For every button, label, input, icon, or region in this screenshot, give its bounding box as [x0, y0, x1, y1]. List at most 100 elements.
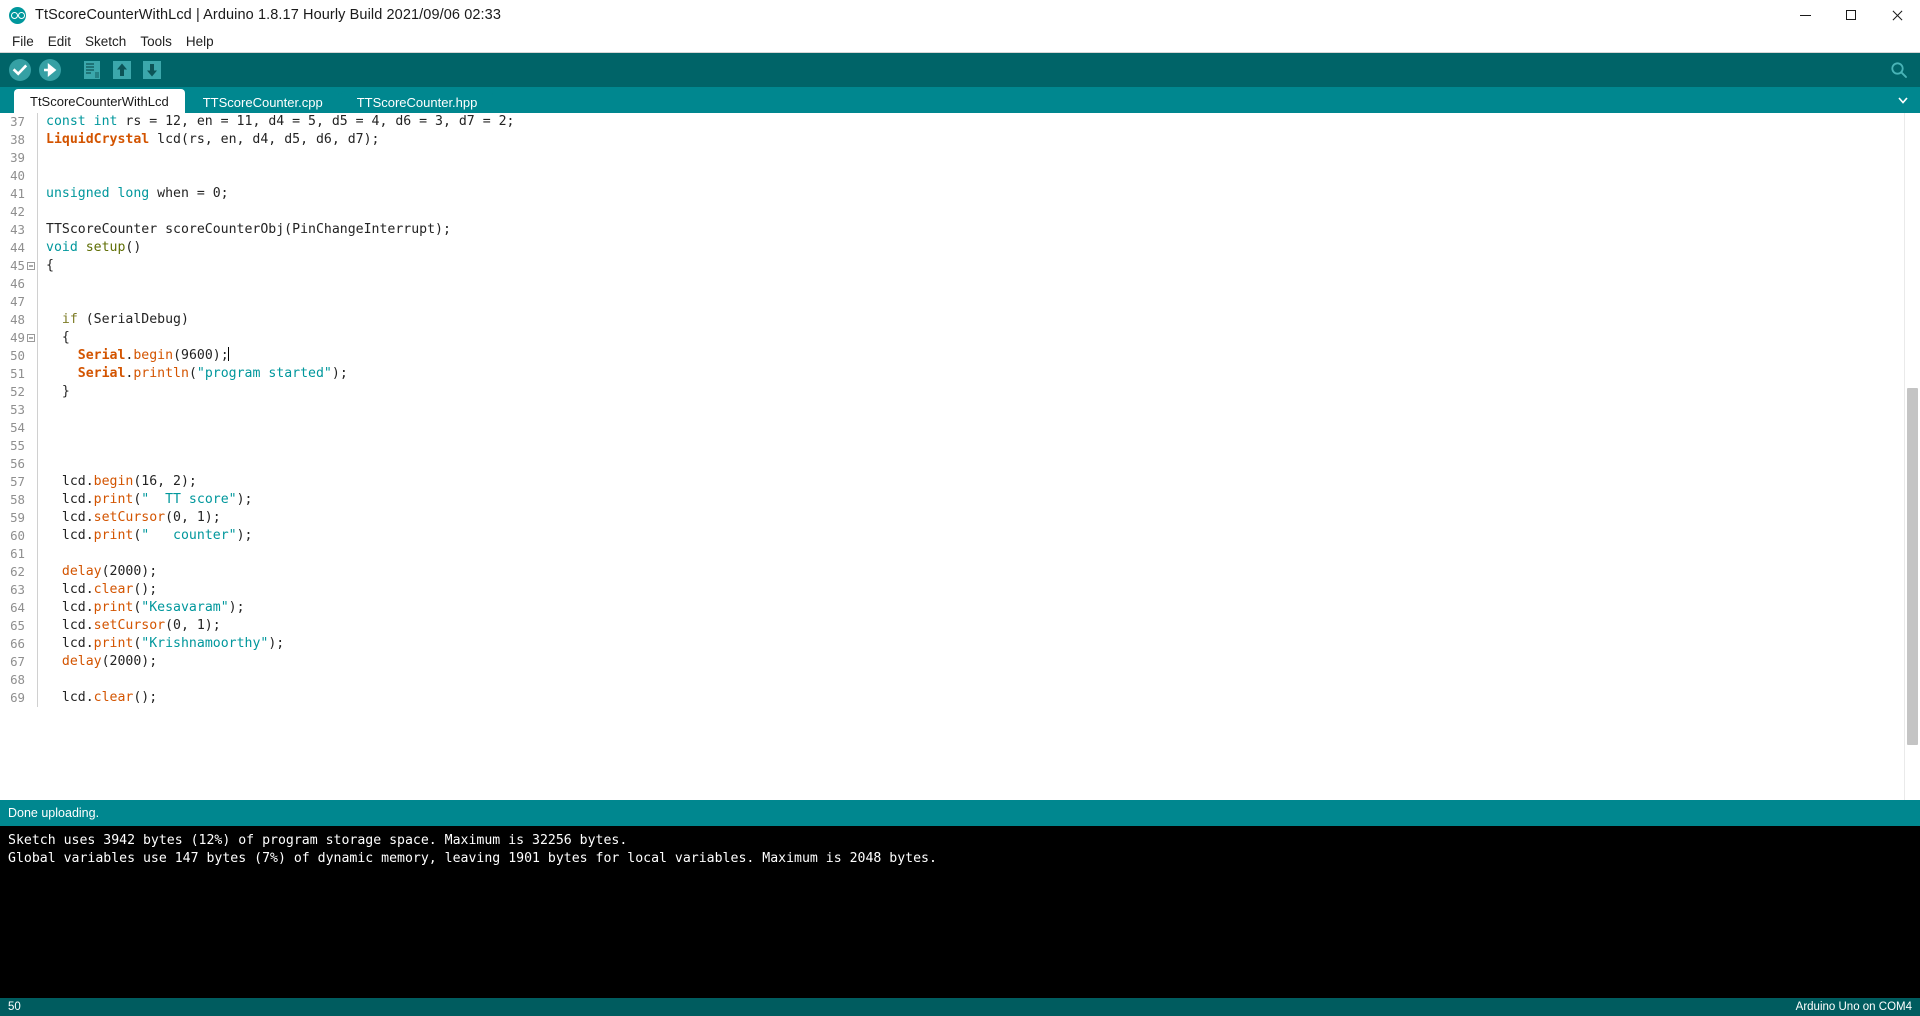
fold-cell — [25, 347, 37, 365]
code-token: void — [46, 240, 78, 255]
code-line[interactable]: 64 lcd.print("Kesavaram"); — [0, 599, 1904, 617]
code-token: (2000); — [101, 564, 158, 579]
code-fold-toggle-icon[interactable] — [27, 334, 35, 342]
line-number: 45 — [10, 258, 25, 273]
tab-ttscorecounter-hpp[interactable]: TTScoreCounter.hpp — [340, 91, 494, 113]
tab-label: TtScoreCounterWithLcd — [30, 93, 169, 109]
code-text: LiquidCrystal lcd(rs, en, d4, d5, d6, d7… — [46, 131, 1904, 149]
save-button[interactable] — [138, 57, 166, 83]
line-number: 46 — [10, 276, 25, 291]
code-token: (); — [133, 690, 158, 705]
upload-button[interactable] — [36, 57, 64, 83]
minimize-button[interactable] — [1782, 0, 1828, 30]
code-line[interactable]: 68 — [0, 671, 1904, 689]
gutter-separator — [37, 545, 38, 563]
code-text: lcd.print(" TT score"); — [46, 491, 1904, 509]
code-line[interactable]: 37 const int rs = 12, en = 11, d4 = 5, d5… — [0, 113, 1904, 131]
code-line[interactable]: 65 lcd.setCursor(0, 1); — [0, 617, 1904, 635]
code-line[interactable]: 53 — [0, 401, 1904, 419]
menu-item-tools[interactable]: Tools — [133, 32, 179, 51]
arduino-logo-icon — [9, 6, 26, 24]
editor-vertical-scrollbar[interactable] — [1904, 113, 1920, 800]
code-line[interactable]: 47 — [0, 293, 1904, 311]
menu-item-help[interactable]: Help — [179, 32, 221, 51]
code-line[interactable]: 41 unsigned long when = 0; — [0, 185, 1904, 203]
code-line[interactable]: 69 lcd.clear(); — [0, 689, 1904, 707]
status-message: Done uploading. — [8, 805, 100, 820]
gutter-separator — [37, 455, 38, 473]
line-number: 54 — [10, 420, 25, 435]
gutter-separator — [37, 221, 38, 239]
code-token: print — [93, 636, 134, 651]
code-token: lcd. — [46, 636, 94, 651]
code-line[interactable]: 55 — [0, 437, 1904, 455]
menu-item-edit[interactable]: Edit — [41, 32, 78, 51]
serial-monitor-button[interactable] — [1884, 57, 1914, 83]
code-text: Serial.println("program started"); — [46, 365, 1904, 383]
arrow-right-icon — [39, 59, 61, 81]
gutter-separator — [37, 131, 38, 149]
code-line[interactable]: 51 Serial.println("program started"); — [0, 365, 1904, 383]
code-line[interactable]: 67 delay(2000); — [0, 653, 1904, 671]
code-line[interactable]: 46 — [0, 275, 1904, 293]
code-line[interactable]: 43 TTScoreCounter scoreCounterObj(PinChan… — [0, 221, 1904, 239]
code-token: (16, 2); — [133, 474, 197, 489]
code-line[interactable]: 63 lcd.clear(); — [0, 581, 1904, 599]
new-button[interactable] — [78, 57, 106, 83]
code-text: lcd.print("Kesavaram"); — [46, 599, 1904, 617]
code-token: ); — [236, 528, 253, 543]
console-filler — [0, 905, 1920, 998]
code-line[interactable]: 58 lcd.print(" TT score"); — [0, 491, 1904, 509]
toolbar — [0, 53, 1920, 87]
menu-item-sketch[interactable]: Sketch — [78, 32, 133, 51]
code-line[interactable]: 60 lcd.print(" counter"); — [0, 527, 1904, 545]
code-line[interactable]: 52 } — [0, 383, 1904, 401]
code-line[interactable]: 44 void setup() — [0, 239, 1904, 257]
line-number: 60 — [10, 528, 25, 543]
code-line[interactable]: 50 Serial.begin(9600); — [0, 347, 1904, 365]
tab-ttscorecounterwithlcd[interactable]: TtScoreCounterWithLcd — [14, 89, 185, 113]
open-button[interactable] — [108, 57, 136, 83]
code-token: TTScoreCounter scoreCounterObj(PinChange… — [46, 222, 451, 237]
code-editor[interactable]: 37 const int rs = 12, en = 11, d4 = 5, d5… — [0, 113, 1904, 800]
code-line[interactable]: 61 — [0, 545, 1904, 563]
line-number: 43 — [10, 222, 25, 237]
code-line[interactable]: 56 — [0, 455, 1904, 473]
code-token: (0, 1); — [165, 618, 221, 633]
code-line[interactable]: 57 lcd.begin(16, 2); — [0, 473, 1904, 491]
code-line[interactable]: 54 — [0, 419, 1904, 437]
line-number: 56 — [10, 456, 25, 471]
code-line[interactable]: 48 if (SerialDebug) — [0, 311, 1904, 329]
maximize-button[interactable] — [1828, 0, 1874, 30]
code-line[interactable]: 66 lcd.print("Krishnamoorthy"); — [0, 635, 1904, 653]
editor-area: 37 const int rs = 12, en = 11, d4 = 5, d5… — [0, 113, 1920, 800]
verify-button[interactable] — [6, 57, 34, 83]
console-output[interactable]: Sketch uses 3942 bytes (12%) of program … — [0, 825, 1920, 906]
code-line[interactable]: 38 LiquidCrystal lcd(rs, en, d4, d5, d6, … — [0, 131, 1904, 149]
console-line: Sketch uses 3942 bytes (12%) of program … — [8, 832, 628, 848]
gutter-separator — [37, 149, 38, 167]
menu-item-file[interactable]: File — [5, 32, 41, 51]
code-token: lcd. — [46, 600, 94, 615]
fold-cell — [25, 653, 37, 671]
code-line[interactable]: 49 { — [0, 329, 1904, 347]
code-line[interactable]: 40 — [0, 167, 1904, 185]
tab-label: TTScoreCounter.hpp — [356, 94, 478, 110]
code-line[interactable]: 45 { — [0, 257, 1904, 275]
code-line[interactable]: 62 delay(2000); — [0, 563, 1904, 581]
code-line[interactable]: 59 lcd.setCursor(0, 1); — [0, 509, 1904, 527]
tab-menu-button[interactable] — [1892, 90, 1914, 110]
code-line[interactable]: 39 — [0, 149, 1904, 167]
close-button[interactable] — [1874, 0, 1920, 30]
code-token: LiquidCrystal — [46, 132, 150, 147]
fold-cell — [25, 257, 37, 275]
tab-ttscorecounter-cpp[interactable]: TTScoreCounter.cpp — [186, 91, 339, 113]
code-token: lcd. — [46, 492, 94, 507]
code-line[interactable]: 42 — [0, 203, 1904, 221]
code-token: Serial — [77, 366, 126, 381]
code-token: print — [93, 600, 134, 615]
code-fold-toggle-icon[interactable] — [27, 262, 35, 270]
code-token: clear — [93, 582, 134, 597]
scrollbar-thumb[interactable] — [1907, 388, 1918, 745]
